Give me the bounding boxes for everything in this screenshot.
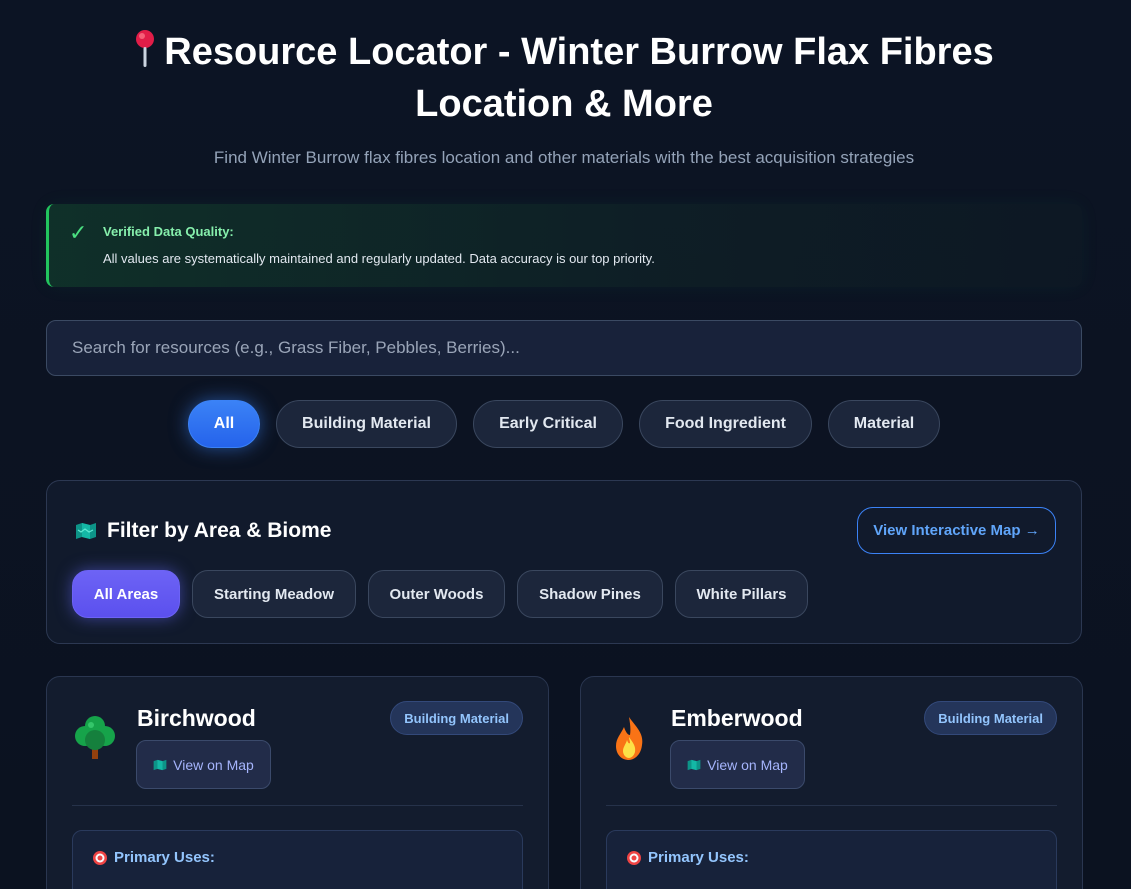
category-badge: Building Material xyxy=(924,701,1057,735)
category-pill-early-critical[interactable]: Early Critical xyxy=(473,400,623,448)
area-pill-all-areas[interactable]: All Areas xyxy=(72,570,180,618)
page: Resource Locator - Winter Burrow Flax Fi… xyxy=(46,0,1083,889)
notice-title: Verified Data Quality: xyxy=(103,224,234,239)
resource-name: Birchwood xyxy=(137,705,256,731)
resource-card-birchwood: Birchwood Building Material View on Map … xyxy=(46,676,549,889)
primary-uses-label: Primary Uses: xyxy=(114,849,215,866)
view-on-map-button[interactable]: View on Map xyxy=(136,740,271,789)
card-divider xyxy=(72,805,523,806)
area-filter-title: Filter by Area & Biome xyxy=(107,519,332,542)
area-pill-outer-woods[interactable]: Outer Woods xyxy=(368,570,505,618)
map-icon xyxy=(687,759,701,770)
target-icon xyxy=(93,850,107,865)
view-interactive-map-button[interactable]: View Interactive Map → xyxy=(857,507,1056,554)
page-subtitle: Find Winter Burrow flax fibres location … xyxy=(213,148,915,167)
area-pill-white-pillars[interactable]: White Pillars xyxy=(675,570,808,618)
resource-card-emberwood: Emberwood Building Material View on Map … xyxy=(580,676,1083,889)
view-on-map-button[interactable]: View on Map xyxy=(670,740,805,789)
area-pill-starting-meadow[interactable]: Starting Meadow xyxy=(192,570,356,618)
check-icon: ✓ xyxy=(69,220,88,245)
search-input[interactable] xyxy=(46,320,1082,376)
fire-icon xyxy=(616,717,643,760)
resource-name: Emberwood xyxy=(671,705,803,731)
page-title-text: Resource Locator - Winter Burrow Flax Fi… xyxy=(164,31,994,125)
map-icon xyxy=(76,523,96,539)
view-on-map-label: View on Map xyxy=(173,756,254,773)
category-filter-bar: All Building Material Early Critical Foo… xyxy=(46,400,1082,448)
primary-uses-section: Primary Uses: xyxy=(72,830,523,889)
primary-uses-heading: Primary Uses: xyxy=(626,849,749,866)
map-icon xyxy=(153,759,167,770)
category-pill-material[interactable]: Material xyxy=(828,400,940,448)
category-pill-all[interactable]: All xyxy=(188,400,260,448)
primary-uses-label: Primary Uses: xyxy=(648,849,749,866)
category-pill-building-material[interactable]: Building Material xyxy=(276,400,457,448)
area-filter-panel: Filter by Area & Biome View Interactive … xyxy=(46,480,1082,644)
view-on-map-label: View on Map xyxy=(707,756,788,773)
data-quality-notice: ✓ Verified Data Quality: All values are … xyxy=(46,204,1082,287)
primary-uses-heading: Primary Uses: xyxy=(92,849,215,866)
category-badge: Building Material xyxy=(390,701,523,735)
category-pill-food-ingredient[interactable]: Food Ingredient xyxy=(639,400,812,448)
tree-icon xyxy=(75,716,115,759)
area-pill-shadow-pines[interactable]: Shadow Pines xyxy=(517,570,663,618)
target-icon xyxy=(627,850,641,865)
map-pin-icon xyxy=(136,30,155,67)
card-divider xyxy=(606,805,1057,806)
notice-body: All values are systematically maintained… xyxy=(103,251,655,266)
page-title: Resource Locator - Winter Burrow Flax Fi… xyxy=(46,26,1082,130)
primary-uses-section: Primary Uses: xyxy=(606,830,1057,889)
